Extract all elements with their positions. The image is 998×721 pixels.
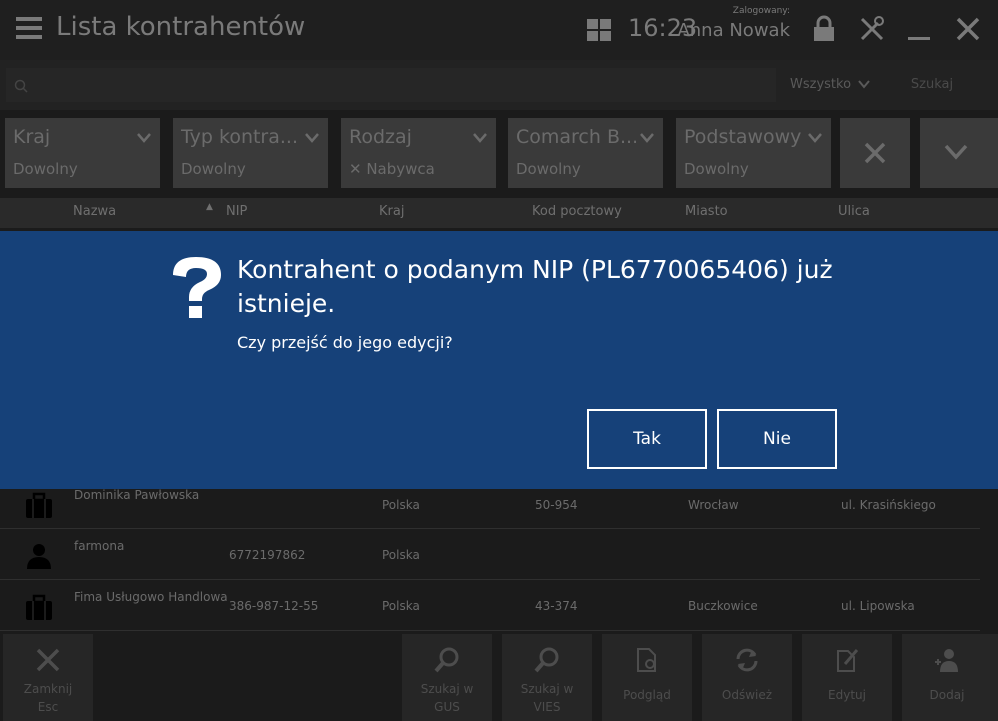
search-button[interactable]: Szukaj bbox=[884, 68, 980, 102]
column-street[interactable]: Ulica bbox=[838, 204, 870, 219]
filter-kind[interactable]: Rodzaj ✕ Nabywca bbox=[341, 118, 496, 188]
row-nip: 6772197862 bbox=[229, 548, 306, 562]
title-bar: Lista kontrahentów 16:23 Zalogowany: Ann… bbox=[0, 0, 998, 60]
tools-icon[interactable] bbox=[858, 15, 886, 43]
row-street: ul. Krasińskiego bbox=[841, 498, 936, 512]
row-postal: 50-954 bbox=[535, 498, 578, 512]
column-postal[interactable]: Kod pocztowy bbox=[532, 204, 622, 219]
vies-label-2: VIES bbox=[533, 700, 561, 714]
search-vies-button[interactable]: Szukaj w VIES bbox=[502, 634, 592, 721]
close-icon bbox=[36, 648, 60, 672]
edit-icon bbox=[837, 649, 859, 672]
filter-comarch[interactable]: Comarch B... Dowolny bbox=[508, 118, 663, 188]
sort-asc-icon: ▲ bbox=[206, 202, 213, 212]
filter-value: Dowolny bbox=[684, 160, 749, 178]
page-title: Lista kontrahentów bbox=[56, 12, 306, 42]
column-name[interactable]: Nazwa bbox=[73, 204, 116, 219]
logged-in-caption: Zalogowany: bbox=[732, 6, 790, 16]
chevron-down-icon bbox=[944, 144, 968, 160]
minimize-icon[interactable] bbox=[906, 15, 934, 43]
column-nip[interactable]: NIP bbox=[226, 204, 247, 219]
table-header: Nazwa ▲ NIP Kraj Kod pocztowy Miasto Uli… bbox=[0, 198, 998, 228]
filter-primary[interactable]: Podstawowy Dowolny bbox=[676, 118, 831, 188]
chevron-down-icon bbox=[640, 133, 654, 143]
expand-filters-button[interactable] bbox=[920, 118, 998, 188]
edit-button[interactable]: Edytuj bbox=[802, 634, 892, 721]
column-country[interactable]: Kraj bbox=[379, 204, 404, 219]
lock-icon[interactable] bbox=[810, 15, 838, 43]
filter-label: Typ kontra... bbox=[181, 126, 299, 148]
row-country: Polska bbox=[382, 498, 420, 512]
gus-label-2: GUS bbox=[434, 700, 460, 714]
filter-value: ✕ Nabywca bbox=[349, 160, 435, 178]
row-name: Dominika Pawłowska bbox=[74, 488, 200, 502]
tiles-icon[interactable] bbox=[587, 19, 611, 41]
chevron-down-icon bbox=[137, 133, 151, 143]
no-button[interactable]: Nie bbox=[717, 409, 837, 469]
chevron-down-icon bbox=[808, 133, 822, 143]
close-icon bbox=[864, 142, 886, 164]
search-input[interactable] bbox=[6, 68, 776, 102]
user-name: Anna Nowak bbox=[677, 20, 790, 41]
filter-label: Podstawowy bbox=[684, 126, 802, 148]
search-icon bbox=[14, 79, 28, 93]
row-country: Polska bbox=[382, 548, 420, 562]
briefcase-icon bbox=[26, 594, 52, 620]
filter-value: Dowolny bbox=[13, 160, 78, 178]
menu-icon[interactable] bbox=[16, 17, 42, 39]
question-icon bbox=[173, 257, 221, 318]
close-button[interactable]: Zamknij Esc bbox=[3, 634, 93, 721]
row-name: farmona bbox=[74, 539, 125, 553]
clear-filters-button[interactable] bbox=[840, 118, 910, 188]
add-user-icon bbox=[935, 649, 958, 672]
document-search-icon bbox=[637, 648, 656, 672]
yes-button[interactable]: Tak bbox=[587, 409, 707, 469]
chevron-down-icon bbox=[473, 133, 487, 143]
row-city: Buczkowice bbox=[688, 599, 758, 613]
briefcase-icon bbox=[26, 492, 52, 518]
filter-label: Rodzaj bbox=[349, 126, 412, 148]
edit-label: Edytuj bbox=[828, 688, 866, 702]
dialog-message: Kontrahent o podanym NIP (PL6770065406) … bbox=[237, 255, 833, 318]
filter-label: Comarch B... bbox=[516, 126, 636, 148]
gus-label-1: Szukaj w bbox=[420, 682, 474, 696]
filter-value: Dowolny bbox=[181, 160, 246, 178]
row-name: Fima Usługowo Handlowa bbox=[74, 590, 228, 604]
table-row[interactable]: farmona 6772197862 Polska bbox=[0, 529, 980, 580]
confirm-dialog: Kontrahent o podanym NIP (PL6770065406) … bbox=[0, 231, 998, 489]
close-button-label: Zamknij bbox=[23, 682, 73, 696]
column-city[interactable]: Miasto bbox=[685, 204, 728, 219]
table-row[interactable]: Fima Usługowo Handlowa 386-987-12-55 Pol… bbox=[0, 580, 980, 631]
dialog-question: Czy przejść do jego edycji? bbox=[237, 333, 453, 352]
filter-value: Dowolny bbox=[516, 160, 581, 178]
search-gus-button[interactable]: Szukaj w GUS bbox=[402, 634, 492, 721]
filter-country[interactable]: Kraj Dowolny bbox=[5, 118, 160, 188]
preview-button[interactable]: Podgląd bbox=[602, 634, 692, 721]
search-icon bbox=[434, 647, 459, 673]
vies-label-1: Szukaj w bbox=[520, 682, 574, 696]
filter-type[interactable]: Typ kontra... Dowolny bbox=[173, 118, 328, 188]
chevron-down-icon bbox=[305, 133, 319, 143]
scope-select[interactable]: Wszystko bbox=[782, 68, 878, 102]
preview-label: Podgląd bbox=[623, 688, 671, 702]
row-street: ul. Lipowska bbox=[841, 599, 915, 613]
close-icon[interactable] bbox=[954, 15, 982, 43]
row-nip: 386-987-12-55 bbox=[229, 599, 319, 613]
row-postal: 43-374 bbox=[535, 599, 578, 613]
add-button[interactable]: Dodaj bbox=[902, 634, 998, 721]
person-icon bbox=[27, 544, 51, 569]
refresh-label: Odśwież bbox=[721, 688, 773, 702]
refresh-icon bbox=[736, 648, 758, 672]
search-icon bbox=[534, 647, 559, 673]
chevron-down-icon bbox=[858, 80, 870, 89]
row-country: Polska bbox=[382, 599, 420, 613]
row-city: Wrocław bbox=[688, 498, 739, 512]
filter-label: Kraj bbox=[13, 126, 51, 148]
scope-select-value: Wszystko bbox=[790, 77, 852, 92]
user-info: Zalogowany: Anna Nowak bbox=[677, 6, 790, 46]
add-label: Dodaj bbox=[929, 688, 965, 702]
refresh-button[interactable]: Odśwież bbox=[702, 634, 792, 721]
close-button-key: Esc bbox=[37, 700, 59, 714]
